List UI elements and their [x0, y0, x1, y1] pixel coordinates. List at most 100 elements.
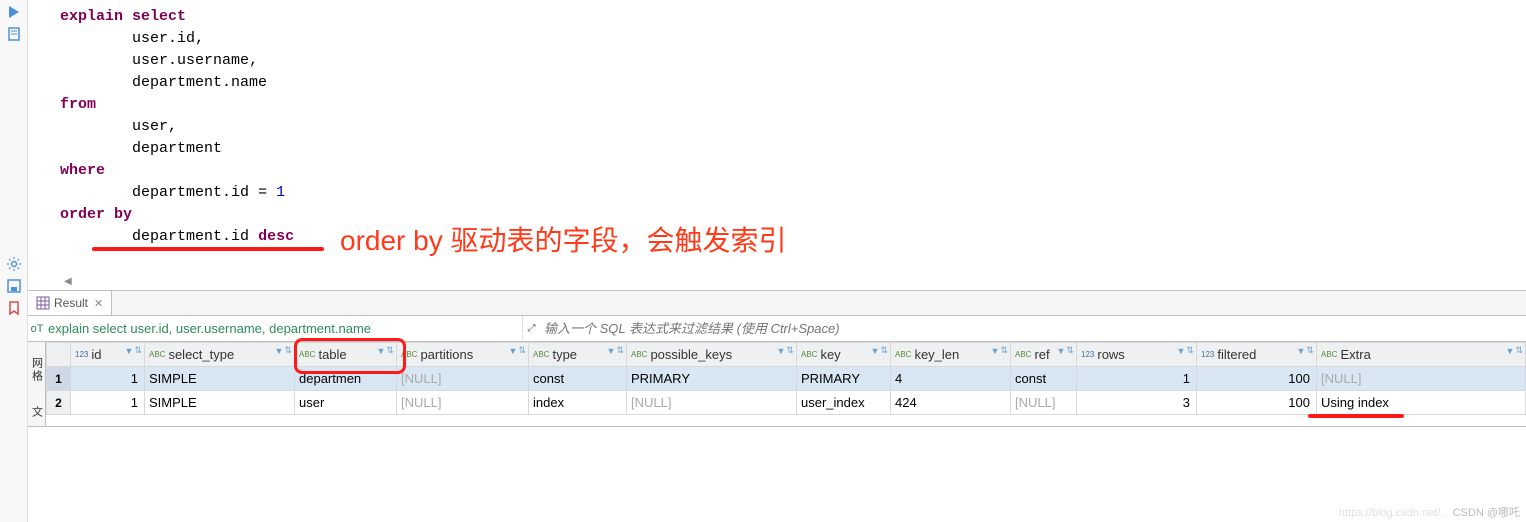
number-type-icon: 123: [1201, 350, 1214, 359]
sort-icon[interactable]: ⇅: [1186, 345, 1194, 356]
sort-icon[interactable]: ⇅: [1066, 345, 1074, 356]
sort-icon[interactable]: ⇅: [284, 345, 292, 356]
scroll-left-icon[interactable]: ◀: [60, 276, 76, 287]
cell-rows[interactable]: 1: [1077, 367, 1197, 391]
sort-icon[interactable]: ⇅: [616, 345, 624, 356]
cell-select_type[interactable]: SIMPLE: [145, 367, 295, 391]
sort-icon[interactable]: ⇅: [134, 345, 142, 356]
column-header-key_len[interactable]: ABCkey_len▼⇅: [891, 343, 1011, 367]
filter-icon[interactable]: ▼: [275, 346, 284, 356]
cell-possible_keys[interactable]: [NULL]: [627, 391, 797, 415]
cell-table[interactable]: user: [295, 391, 397, 415]
column-header-Extra[interactable]: ABCExtra▼⇅: [1317, 343, 1526, 367]
filter-icon[interactable]: ▼: [1177, 346, 1186, 356]
column-header-partitions[interactable]: ABCpartitions▼⇅: [397, 343, 529, 367]
column-label: table: [318, 347, 346, 362]
cell-rows[interactable]: 3: [1077, 391, 1197, 415]
close-icon[interactable]: ✕: [94, 297, 103, 310]
column-header-type[interactable]: ABCtype▼⇅: [529, 343, 627, 367]
cell-key[interactable]: PRIMARY: [797, 367, 891, 391]
filter-icon[interactable]: ▼: [607, 346, 616, 356]
column-label: rows: [1097, 347, 1124, 362]
grid-icon: [36, 296, 50, 310]
text-type-icon: ABC: [1015, 350, 1031, 359]
save-icon[interactable]: [6, 278, 22, 294]
table-row[interactable]: 11SIMPLEdepartmen[NULL]constPRIMARYPRIMA…: [47, 367, 1526, 391]
cell-ref[interactable]: const: [1011, 367, 1077, 391]
filter-icon[interactable]: ▼: [125, 346, 134, 356]
result-grid[interactable]: 123id▼⇅ABCselect_type▼⇅ABCtable▼⇅ABCpart…: [46, 342, 1526, 426]
cell-partitions[interactable]: [NULL]: [397, 367, 529, 391]
sort-icon[interactable]: ⇅: [1000, 345, 1008, 356]
side-tab-text[interactable]: 文: [28, 398, 46, 426]
filter-icon[interactable]: ▼: [377, 346, 386, 356]
column-header-possible_keys[interactable]: ABCpossible_keys▼⇅: [627, 343, 797, 367]
filter-icon[interactable]: ▼: [991, 346, 1000, 356]
cell-key_len[interactable]: 424: [891, 391, 1011, 415]
code-line: from: [60, 94, 1526, 116]
filter-input[interactable]: [540, 316, 1526, 341]
filter-icon[interactable]: ▼: [1506, 346, 1515, 356]
column-header-key[interactable]: ABCkey▼⇅: [797, 343, 891, 367]
run-icon[interactable]: [6, 4, 22, 20]
cell-type[interactable]: index: [529, 391, 627, 415]
filter-icon[interactable]: ▼: [777, 346, 786, 356]
expand-icon[interactable]: ⤢: [522, 316, 540, 341]
filter-icon[interactable]: ▼: [871, 346, 880, 356]
sql-tag-icon: оT: [28, 323, 46, 335]
column-header-id[interactable]: 123id▼⇅: [71, 343, 145, 367]
cell-table[interactable]: departmen: [295, 367, 397, 391]
column-header-table[interactable]: ABCtable▼⇅: [295, 343, 397, 367]
column-label: id: [91, 347, 101, 362]
cell-filtered[interactable]: 100: [1197, 391, 1317, 415]
column-label: key_len: [914, 347, 959, 362]
cell-key[interactable]: user_index: [797, 391, 891, 415]
column-label: select_type: [168, 347, 234, 362]
code-line: explain select: [60, 6, 1526, 28]
sort-icon[interactable]: ⇅: [1306, 345, 1314, 356]
row-number-header: [47, 343, 71, 367]
row-number[interactable]: 2: [47, 391, 71, 415]
sql-editor[interactable]: explain select user.id, user.username, d…: [28, 0, 1526, 248]
cell-possible_keys[interactable]: PRIMARY: [627, 367, 797, 391]
horizontal-scrollbar[interactable]: ◀: [28, 272, 1526, 290]
cell-Extra[interactable]: [NULL]: [1317, 367, 1526, 391]
cell-id[interactable]: 1: [71, 391, 145, 415]
code-line: user.id,: [60, 28, 1526, 50]
row-number[interactable]: 1: [47, 367, 71, 391]
sql-summary[interactable]: explain select user.id, user.username, d…: [46, 321, 522, 336]
cell-ref[interactable]: [NULL]: [1011, 391, 1077, 415]
cell-partitions[interactable]: [NULL]: [397, 391, 529, 415]
cell-Extra[interactable]: Using index: [1317, 391, 1526, 415]
table-row[interactable]: 21SIMPLEuser[NULL]index[NULL]user_index4…: [47, 391, 1526, 415]
cell-id[interactable]: 1: [71, 367, 145, 391]
sort-icon[interactable]: ⇅: [1515, 345, 1523, 356]
filter-icon[interactable]: ▼: [1297, 346, 1306, 356]
side-tab-grid[interactable]: 网格: [28, 342, 46, 398]
bookmark-icon[interactable]: [6, 300, 22, 316]
settings-icon[interactable]: [6, 256, 22, 272]
text-type-icon: ABC: [149, 350, 165, 359]
column-header-select_type[interactable]: ABCselect_type ▼⇅: [145, 343, 295, 367]
code-line: department.id desc: [60, 226, 1526, 248]
code-line: order by: [60, 204, 1526, 226]
column-header-rows[interactable]: 123rows▼⇅: [1077, 343, 1197, 367]
filter-icon[interactable]: ▼: [1057, 346, 1066, 356]
filter-icon[interactable]: ▼: [509, 346, 518, 356]
sort-icon[interactable]: ⇅: [518, 345, 526, 356]
text-type-icon: ABC: [631, 350, 647, 359]
column-label: type: [552, 347, 577, 362]
tab-result[interactable]: Result ✕: [28, 291, 112, 315]
sort-icon[interactable]: ⇅: [880, 345, 888, 356]
cell-type[interactable]: const: [529, 367, 627, 391]
sort-icon[interactable]: ⇅: [386, 345, 394, 356]
doc-icon[interactable]: [6, 26, 22, 42]
column-header-ref[interactable]: ABCref▼⇅: [1011, 343, 1077, 367]
code-line: department.id = 1: [60, 182, 1526, 204]
column-label: filtered: [1217, 347, 1256, 362]
column-header-filtered[interactable]: 123filtered ▼⇅: [1197, 343, 1317, 367]
cell-key_len[interactable]: 4: [891, 367, 1011, 391]
cell-filtered[interactable]: 100: [1197, 367, 1317, 391]
sort-icon[interactable]: ⇅: [786, 345, 794, 356]
cell-select_type[interactable]: SIMPLE: [145, 391, 295, 415]
